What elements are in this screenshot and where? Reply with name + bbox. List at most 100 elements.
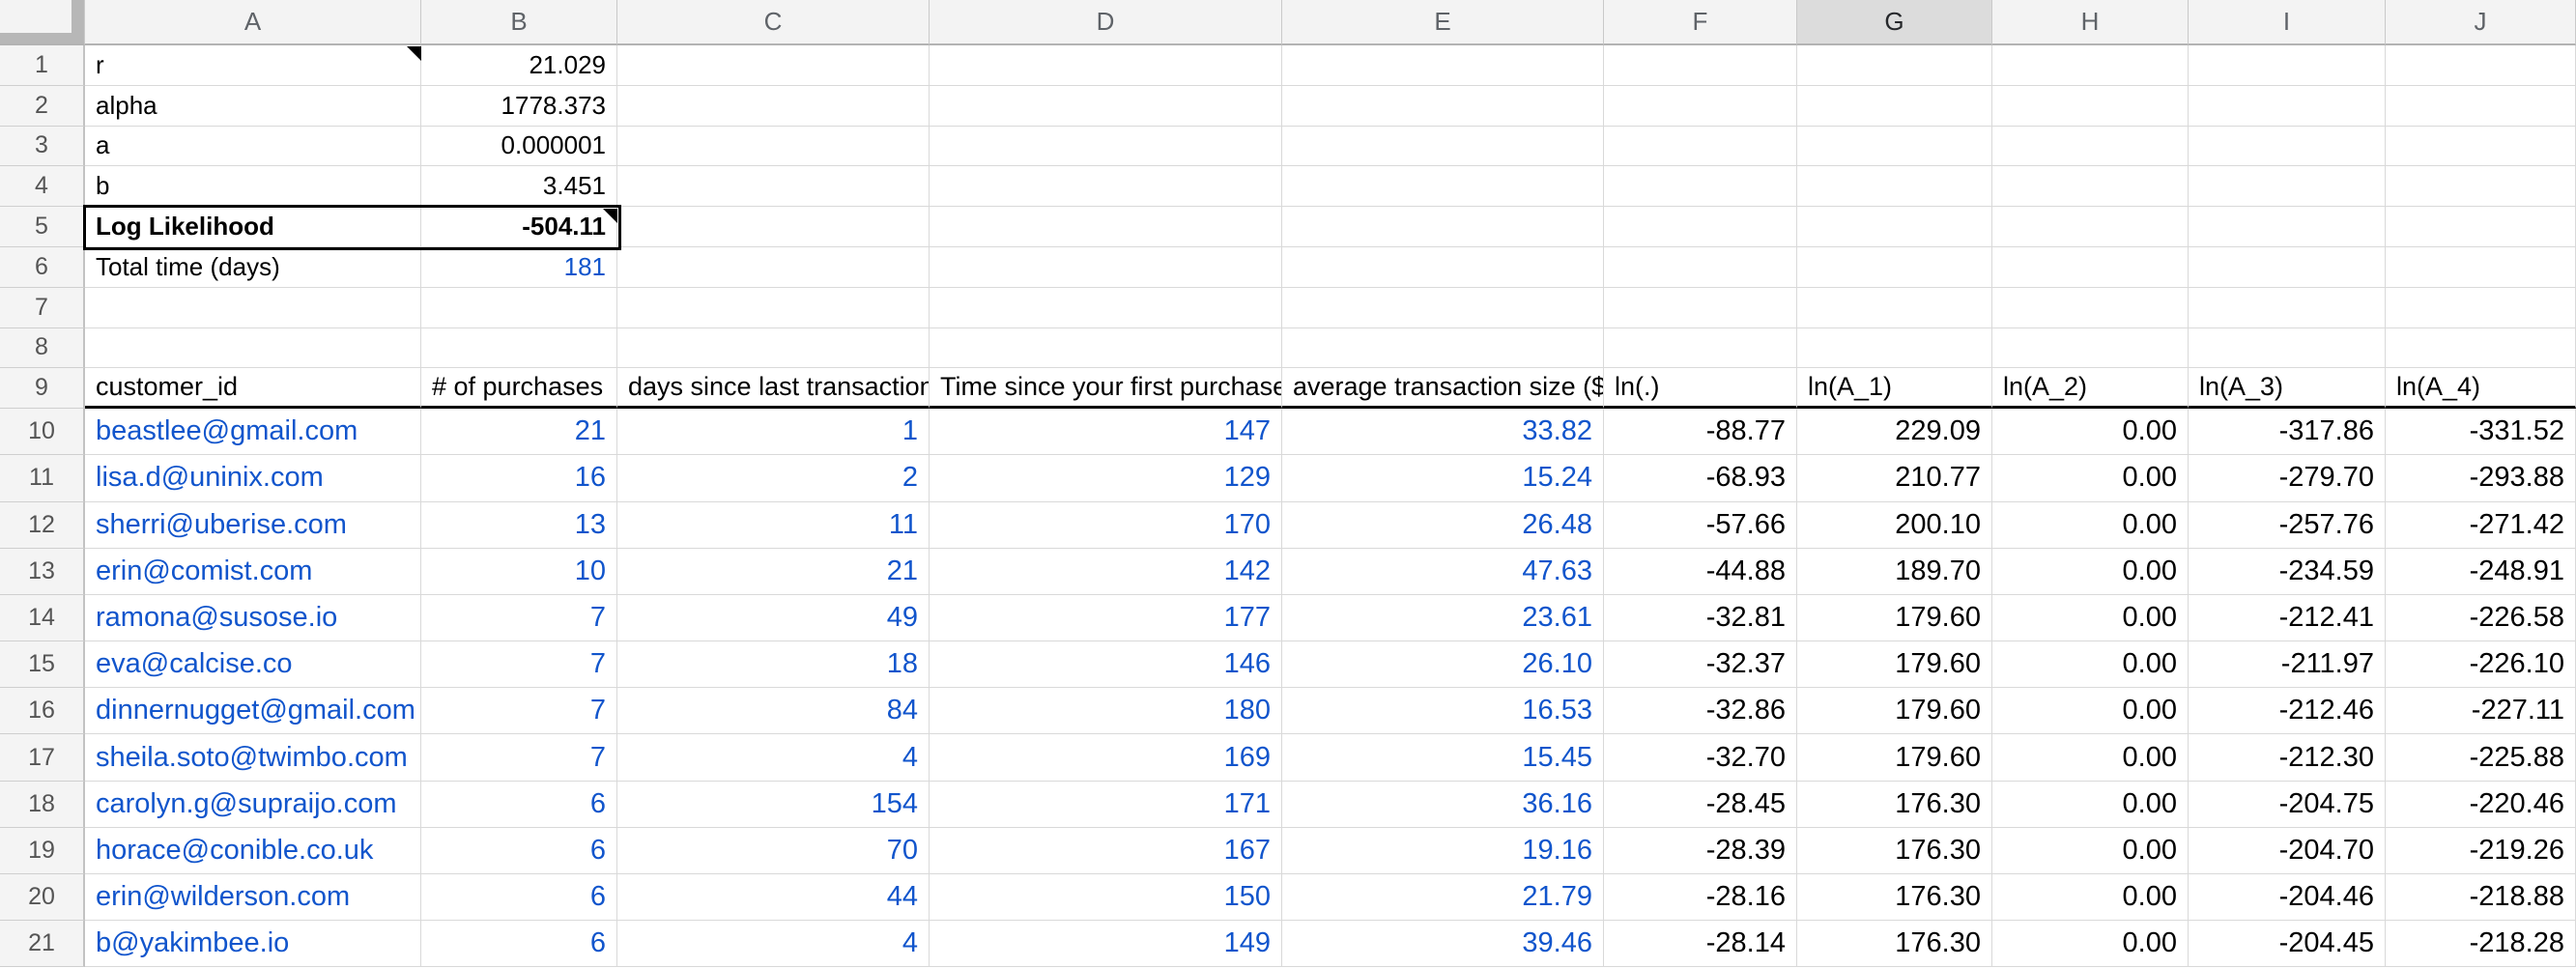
cell-D10[interactable]: 147: [930, 409, 1282, 455]
cell-H13[interactable]: 0.00: [1992, 549, 2189, 595]
cell-F3[interactable]: [1604, 127, 1797, 167]
cell-I5[interactable]: [2189, 207, 2386, 247]
cell-A11[interactable]: lisa.d@uninix.com: [85, 455, 421, 501]
cell-H10[interactable]: 0.00: [1992, 409, 2189, 455]
cell-A16[interactable]: dinnernugget@gmail.com: [85, 688, 421, 734]
cell-D11[interactable]: 129: [930, 455, 1282, 501]
row-header-14[interactable]: 14: [0, 595, 85, 641]
cell-D18[interactable]: 171: [930, 782, 1282, 828]
cell-H4[interactable]: [1992, 166, 2189, 207]
row-header-13[interactable]: 13: [0, 549, 85, 595]
cell-C5[interactable]: [617, 207, 930, 247]
row-header-11[interactable]: 11: [0, 455, 85, 501]
cell-C11[interactable]: 2: [617, 455, 930, 501]
cell-J5[interactable]: [2386, 207, 2576, 247]
cell-B15[interactable]: 7: [421, 641, 617, 688]
cell-I14[interactable]: -212.41: [2189, 595, 2386, 641]
cell-D19[interactable]: 167: [930, 828, 1282, 874]
cell-H18[interactable]: 0.00: [1992, 782, 2189, 828]
cell-H3[interactable]: [1992, 127, 2189, 167]
row-header-1[interactable]: 1: [0, 45, 85, 86]
row-header-6[interactable]: 6: [0, 247, 85, 288]
cell-E17[interactable]: 15.45: [1282, 734, 1604, 781]
cell-H7[interactable]: [1992, 288, 2189, 328]
cell-J2[interactable]: [2386, 86, 2576, 127]
cell-G8[interactable]: [1797, 328, 1992, 369]
cell-C10[interactable]: 1: [617, 409, 930, 455]
cell-F5[interactable]: [1604, 207, 1797, 247]
cell-B19[interactable]: 6: [421, 828, 617, 874]
cell-D16[interactable]: 180: [930, 688, 1282, 734]
cell-I17[interactable]: -212.30: [2189, 734, 2386, 781]
row-header-3[interactable]: 3: [0, 127, 85, 167]
cell-H15[interactable]: 0.00: [1992, 641, 2189, 688]
cell-I4[interactable]: [2189, 166, 2386, 207]
cell-E16[interactable]: 16.53: [1282, 688, 1604, 734]
cell-F8[interactable]: [1604, 328, 1797, 369]
row-header-18[interactable]: 18: [0, 782, 85, 828]
cell-E19[interactable]: 19.16: [1282, 828, 1604, 874]
cell-E1[interactable]: [1282, 45, 1604, 86]
cell-H17[interactable]: 0.00: [1992, 734, 2189, 781]
cell-B2[interactable]: 1778.373: [421, 86, 617, 127]
cell-B9[interactable]: # of purchases: [421, 368, 617, 409]
cell-I6[interactable]: [2189, 247, 2386, 288]
cell-A9[interactable]: customer_id: [85, 368, 421, 409]
cell-F2[interactable]: [1604, 86, 1797, 127]
cell-F7[interactable]: [1604, 288, 1797, 328]
cell-J19[interactable]: -219.26: [2386, 828, 2576, 874]
cell-D12[interactable]: 170: [930, 502, 1282, 549]
cell-C16[interactable]: 84: [617, 688, 930, 734]
cell-J14[interactable]: -226.58: [2386, 595, 2576, 641]
cell-H14[interactable]: 0.00: [1992, 595, 2189, 641]
row-header-8[interactable]: 8: [0, 328, 85, 369]
column-header-F[interactable]: F: [1604, 0, 1797, 45]
cell-C18[interactable]: 154: [617, 782, 930, 828]
cell-A13[interactable]: erin@comist.com: [85, 549, 421, 595]
cell-G13[interactable]: 189.70: [1797, 549, 1992, 595]
cell-B10[interactable]: 21: [421, 409, 617, 455]
cell-C1[interactable]: [617, 45, 930, 86]
row-header-19[interactable]: 19: [0, 828, 85, 874]
cell-A8[interactable]: [85, 328, 421, 369]
row-header-15[interactable]: 15: [0, 641, 85, 688]
cell-A18[interactable]: carolyn.g@supraijo.com: [85, 782, 421, 828]
row-header-2[interactable]: 2: [0, 86, 85, 127]
cell-E10[interactable]: 33.82: [1282, 409, 1604, 455]
cell-J16[interactable]: -227.11: [2386, 688, 2576, 734]
cell-G19[interactable]: 176.30: [1797, 828, 1992, 874]
cell-H2[interactable]: [1992, 86, 2189, 127]
cell-C4[interactable]: [617, 166, 930, 207]
column-header-E[interactable]: E: [1282, 0, 1604, 45]
cell-G11[interactable]: 210.77: [1797, 455, 1992, 501]
cell-I16[interactable]: -212.46: [2189, 688, 2386, 734]
cell-B12[interactable]: 13: [421, 502, 617, 549]
cell-H11[interactable]: 0.00: [1992, 455, 2189, 501]
cell-G18[interactable]: 176.30: [1797, 782, 1992, 828]
cell-A1[interactable]: r: [85, 45, 421, 86]
cell-E21[interactable]: 39.46: [1282, 921, 1604, 967]
cell-I12[interactable]: -257.76: [2189, 502, 2386, 549]
cell-B6[interactable]: 181: [421, 247, 617, 288]
cell-D5[interactable]: [930, 207, 1282, 247]
cell-C15[interactable]: 18: [617, 641, 930, 688]
cell-B4[interactable]: 3.451: [421, 166, 617, 207]
cell-F4[interactable]: [1604, 166, 1797, 207]
cell-J17[interactable]: -225.88: [2386, 734, 2576, 781]
row-header-4[interactable]: 4: [0, 166, 85, 207]
cell-J9[interactable]: ln(A_4): [2386, 368, 2576, 409]
cell-E14[interactable]: 23.61: [1282, 595, 1604, 641]
row-header-12[interactable]: 12: [0, 502, 85, 549]
cell-I8[interactable]: [2189, 328, 2386, 369]
cell-C14[interactable]: 49: [617, 595, 930, 641]
row-header-16[interactable]: 16: [0, 688, 85, 734]
cell-B18[interactable]: 6: [421, 782, 617, 828]
cell-F19[interactable]: -28.39: [1604, 828, 1797, 874]
cell-E8[interactable]: [1282, 328, 1604, 369]
cell-I18[interactable]: -204.75: [2189, 782, 2386, 828]
cell-I11[interactable]: -279.70: [2189, 455, 2386, 501]
row-header-17[interactable]: 17: [0, 734, 85, 781]
cell-G10[interactable]: 229.09: [1797, 409, 1992, 455]
cell-J21[interactable]: -218.28: [2386, 921, 2576, 967]
row-header-7[interactable]: 7: [0, 288, 85, 328]
